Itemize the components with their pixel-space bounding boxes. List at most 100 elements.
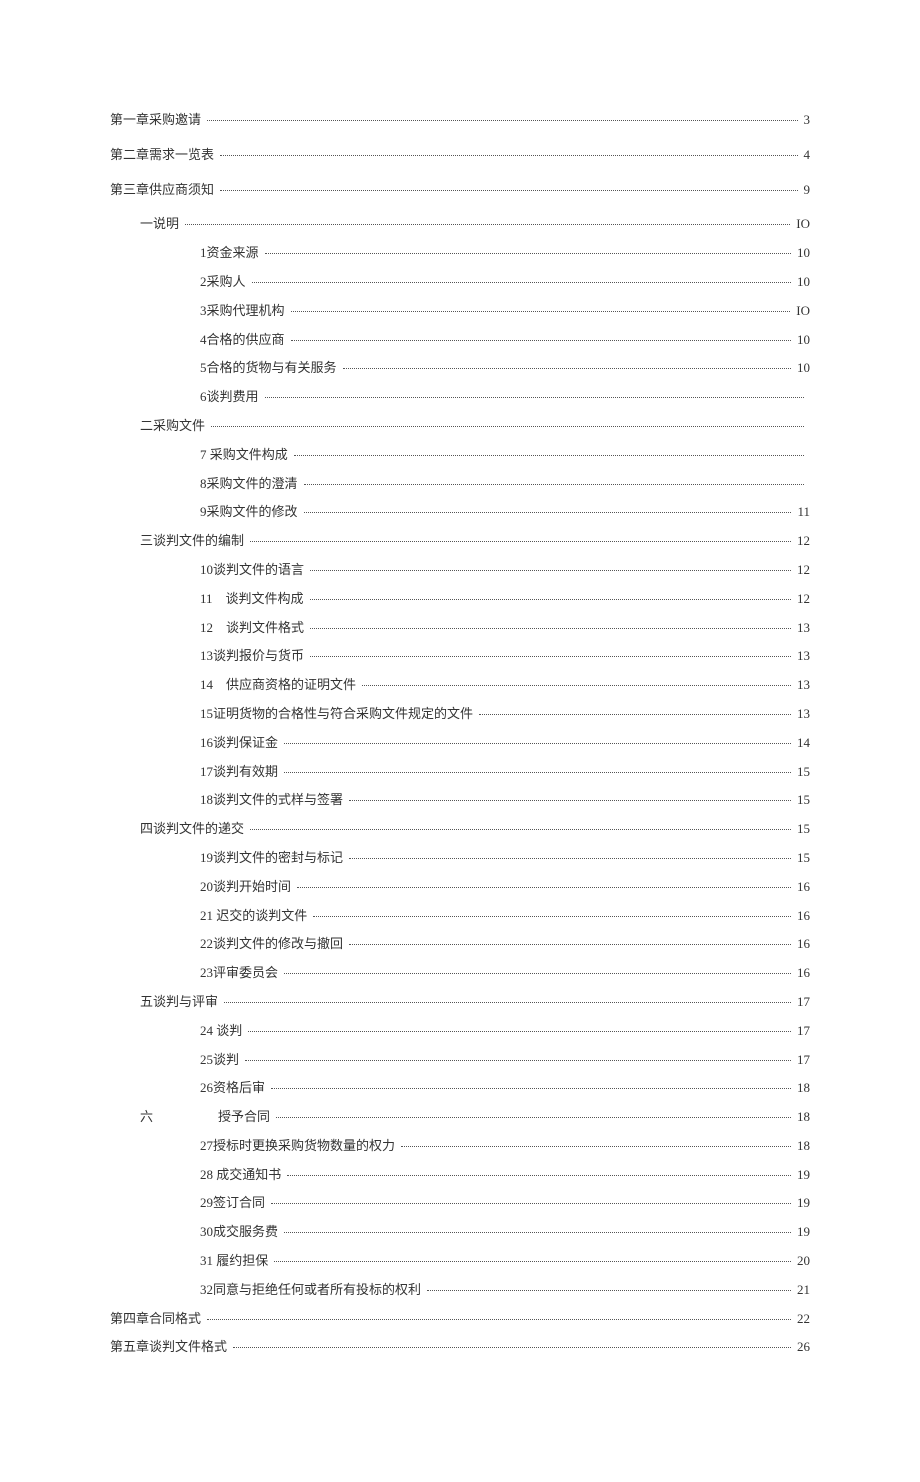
toc-leader-dots [245, 1060, 791, 1061]
toc-entry-title: 17谈判有效期 [200, 762, 282, 783]
toc-entry-page: 12 [793, 531, 810, 552]
toc-entry-title: 四谈判文件的递交 [140, 819, 248, 840]
toc-entry-page: 16 [793, 963, 810, 984]
toc-entry-title: 一说明 [140, 214, 183, 235]
toc-entry: 五谈判与评审 17 [110, 992, 810, 1013]
toc-entry: 第四章合同格式22 [110, 1309, 810, 1330]
toc-entry-title: 14 供应商资格的证明文件 [200, 675, 360, 696]
toc-entry-page: 19 [793, 1193, 810, 1214]
toc-entry: 19谈判文件的密封与标记15 [110, 848, 810, 869]
toc-leader-dots [304, 484, 804, 485]
toc-entry-page: 17 [793, 992, 810, 1013]
toc-entry-page: 18 [793, 1136, 810, 1157]
toc-entry-title: 28 成交通知书 [200, 1165, 285, 1186]
toc-entry-title: 25谈判 [200, 1050, 243, 1071]
toc-entry: 12 谈判文件格式13 [110, 618, 810, 639]
toc-leader-dots [284, 973, 791, 974]
toc-entry: 30成交服务费19 [110, 1222, 810, 1243]
toc-entry-page: 26 [793, 1337, 810, 1358]
toc-entry-page: 10 [793, 243, 810, 264]
toc-entry-page: 15 [793, 790, 810, 811]
toc-entry: 4合格的供应商10 [110, 330, 810, 351]
toc-entry: 9采购文件的修改11 [110, 502, 810, 523]
toc-entry: 8采购文件的澄清 [110, 474, 810, 495]
toc-entry-page: 14 [793, 733, 810, 754]
toc-entry-page: 15 [793, 848, 810, 869]
toc-leader-dots [304, 512, 792, 513]
toc-entry-title: 六 授予合同 [140, 1107, 274, 1128]
toc-entry: 六 授予合同18 [110, 1107, 810, 1128]
toc-leader-dots [427, 1290, 791, 1291]
toc-entry-title: 22谈判文件的修改与撤回 [200, 934, 347, 955]
toc-leader-dots [220, 190, 797, 191]
toc-leader-dots [479, 714, 791, 715]
toc-leader-dots [271, 1088, 791, 1089]
toc-leader-dots [211, 426, 804, 427]
toc-leader-dots [252, 282, 791, 283]
toc-entry-page: 10 [793, 272, 810, 293]
toc-leader-dots [284, 772, 791, 773]
toc-entry: 二采购文件 [110, 416, 810, 437]
toc-entry: 25谈判 17 [110, 1050, 810, 1071]
toc-entry: 27授标时更换采购货物数量的权力18 [110, 1136, 810, 1157]
toc-entry-page: 16 [793, 934, 810, 955]
toc-entry: 29签订合同19 [110, 1193, 810, 1214]
toc-entry: 18谈判文件的式样与签署15 [110, 790, 810, 811]
toc-entry-page: 15 [793, 819, 810, 840]
toc-entry: 2采购人 10 [110, 272, 810, 293]
toc-leader-dots [310, 656, 791, 657]
toc-leader-dots [207, 1319, 791, 1320]
toc-entry-page: 19 [793, 1165, 810, 1186]
toc-entry-title: 五谈判与评审 [140, 992, 222, 1013]
toc-entry: 6谈判费用 [110, 387, 810, 408]
toc-entry: 32同意与拒绝任何或者所有投标的权利21 [110, 1280, 810, 1301]
toc-leader-dots [276, 1117, 791, 1118]
toc-entry-title: 8采购文件的澄清 [200, 474, 302, 495]
toc-entry-title: 26资格后审 [200, 1078, 269, 1099]
toc-entry: 14 供应商资格的证明文件13 [110, 675, 810, 696]
toc-entry-title: 11 谈判文件构成 [200, 589, 308, 610]
toc-entry: 第三章供应商须知9 [110, 180, 810, 201]
toc-entry-title: 10谈判文件的语言 [200, 560, 308, 581]
toc-entry: 三谈判文件的编制12 [110, 531, 810, 552]
toc-entry: 22谈判文件的修改与撤回 16 [110, 934, 810, 955]
toc-entry-page: 18 [793, 1078, 810, 1099]
toc-leader-dots [310, 599, 791, 600]
toc-entry: 26资格后审 18 [110, 1078, 810, 1099]
toc-leader-dots [284, 1232, 791, 1233]
toc-entry-title: 15证明货物的合格性与符合采购文件规定的文件 [200, 704, 477, 725]
toc-entry: 17谈判有效期15 [110, 762, 810, 783]
toc-entry-page: 19 [793, 1222, 810, 1243]
toc-entry-title: 第一章采购邀请 [110, 110, 205, 131]
toc-entry: 16谈判保证金 14 [110, 733, 810, 754]
toc-entry-page: 13 [793, 646, 810, 667]
toc-entry-page: 17 [793, 1050, 810, 1071]
toc-entry-page: 12 [793, 589, 810, 610]
toc-leader-dots [291, 311, 791, 312]
toc-entry-title: 16谈判保证金 [200, 733, 282, 754]
toc-entry-title: 2采购人 [200, 272, 250, 293]
toc-leader-dots [250, 541, 791, 542]
toc-leader-dots [349, 944, 791, 945]
toc-entry: 10谈判文件的语言 12 [110, 560, 810, 581]
toc-entry: 11 谈判文件构成 12 [110, 589, 810, 610]
toc-entry-page: 4 [800, 145, 811, 166]
toc-entry-title: 13谈判报价与货币 [200, 646, 308, 667]
table-of-contents: 第一章采购邀请3第二章需求一览表4第三章供应商须知9一说明IO1资金来源102采… [110, 110, 810, 1358]
toc-entry-page: 20 [793, 1251, 810, 1272]
toc-entry-title: 31 履约担保 [200, 1251, 272, 1272]
toc-leader-dots [224, 1002, 791, 1003]
toc-entry-title: 第三章供应商须知 [110, 180, 218, 201]
toc-entry: 13谈判报价与货币 13 [110, 646, 810, 667]
toc-leader-dots [265, 397, 804, 398]
toc-leader-dots [310, 628, 791, 629]
toc-entry-title: 6谈判费用 [200, 387, 263, 408]
toc-leader-dots [294, 455, 804, 456]
toc-entry-title: 第二章需求一览表 [110, 145, 218, 166]
toc-leader-dots [233, 1347, 791, 1348]
toc-leader-dots [207, 120, 797, 121]
toc-entry-title: 1资金来源 [200, 243, 263, 264]
toc-entry: 31 履约担保 20 [110, 1251, 810, 1272]
toc-entry: 第五章谈判文件格式26 [110, 1337, 810, 1358]
toc-entry-page: 12 [793, 560, 810, 581]
